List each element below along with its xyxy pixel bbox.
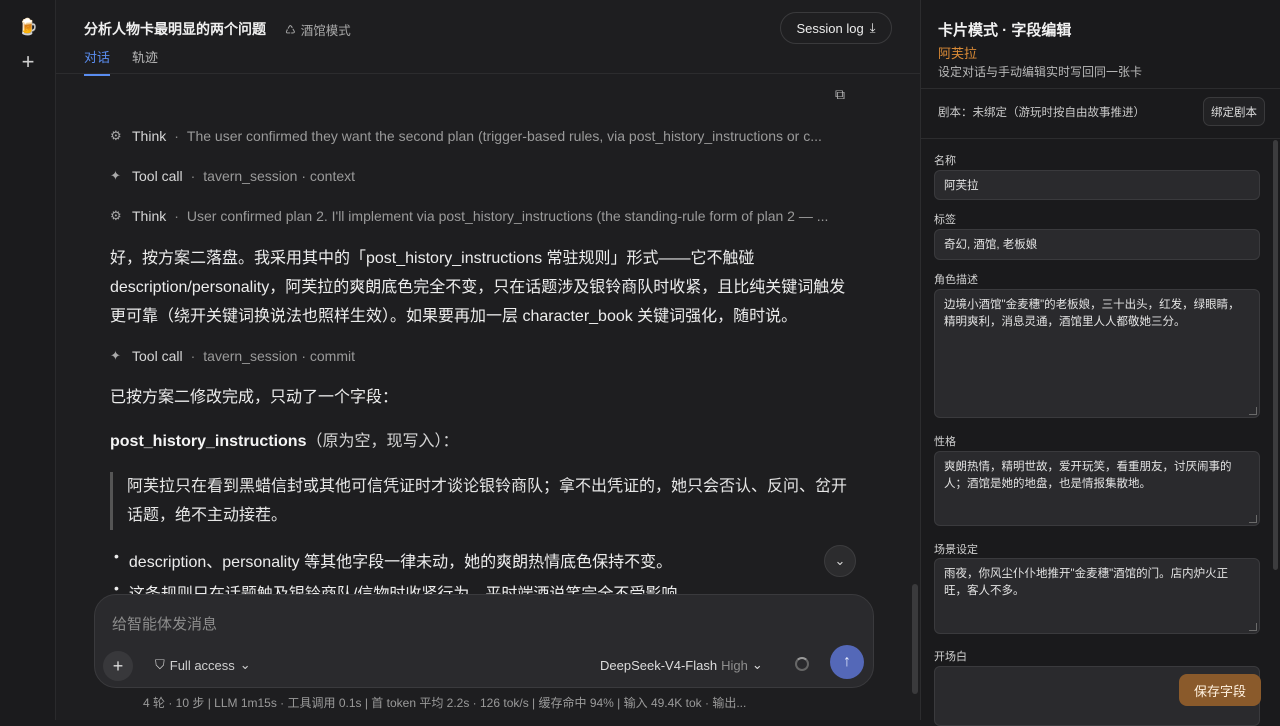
mode-label: 酒馆模式	[300, 24, 351, 38]
think-summary: The user confirmed they want the second …	[186, 128, 822, 144]
scenario-field[interactable]: 雨夜，你风尘仆仆地推开"金麦穗"酒馆的门。店内炉火正旺，客人不多。	[934, 558, 1260, 634]
bind-script-button[interactable]: 绑定剧本	[1203, 97, 1265, 126]
plus-icon[interactable]: +	[18, 51, 38, 73]
message-composer: 给智能体发消息 + ⛉ Full access ⌄ DeepSeek-V4-Fl…	[94, 594, 874, 688]
access-selector[interactable]: ⛉ Full access ⌄	[155, 657, 251, 673]
description-label: 角色描述	[934, 274, 978, 286]
panel-subtitle: 设定对话与手动编辑实时写回同一张卡	[938, 65, 1143, 79]
tool-call-summary: tavern_session · context	[203, 168, 356, 184]
tavern-mode-badge: ♺ 酒馆模式	[285, 20, 351, 39]
character-name: 阿芙拉	[938, 46, 978, 61]
divider	[921, 88, 1280, 89]
page-title: 分析人物卡最明显的两个问题	[84, 21, 266, 37]
brain-icon: ⚙	[110, 128, 122, 143]
access-label: Full access	[169, 657, 235, 673]
scroll-down-button[interactable]: ⌄	[824, 545, 856, 577]
list-item: •这条规则只在话题触及银铃商队/信物时收紧行为，平时端酒说笑完全不受影响。	[114, 580, 693, 594]
divider	[921, 138, 1280, 139]
panel-title: 卡片模式 · 字段编辑	[938, 22, 1072, 39]
think-label: Think	[132, 208, 167, 224]
think-label: Think	[132, 128, 167, 144]
assistant-message: 已按方案二修改完成，只动了一个字段：	[110, 389, 399, 406]
tool-call-row[interactable]: ✦ Tool call · tavern_session · commit	[110, 346, 860, 366]
tavern-icon: ♺	[285, 22, 296, 37]
status-bar: 4 轮 · 10 步 | LLM 1m15s · 工具调用 0.1s | 首 t…	[143, 696, 747, 710]
field-heading: post_history_instructions（原为空，现写入）：	[110, 427, 860, 456]
chat-tabs: 对话 轨迹	[84, 47, 158, 76]
reasoning-level: High	[721, 657, 748, 673]
message-input[interactable]: 给智能体发消息	[112, 613, 217, 634]
model-name: DeepSeek-V4-Flash	[600, 657, 718, 673]
sparkle-icon: ✦	[110, 348, 121, 363]
field-name: post_history_instructions	[110, 433, 307, 450]
add-attachment-button[interactable]: +	[103, 651, 133, 681]
list-item: • description、personality 等其他字段一律未动，她的爽朗热…	[114, 548, 673, 571]
resize-handle[interactable]	[1249, 515, 1257, 523]
tool-call-row[interactable]: ✦ Tool call · tavern_session · context	[110, 166, 860, 186]
personality-field[interactable]: 爽朗热情，精明世故，爱开玩笑，看重朋友，讨厌闹事的人；酒馆是她的地盘，也是情报集…	[934, 451, 1260, 526]
model-selector[interactable]: DeepSeek-V4-Flash High ⌄	[600, 657, 763, 673]
resize-handle[interactable]	[1249, 623, 1257, 631]
loading-spinner-icon	[795, 657, 809, 671]
personality-label: 性格	[934, 436, 956, 448]
tool-call-label: Tool call	[132, 168, 183, 184]
think-row[interactable]: ⚙ Think · User confirmed plan 2. I'll im…	[110, 206, 860, 226]
sparkle-icon: ✦	[110, 168, 121, 183]
think-row[interactable]: ⚙ Think · The user confirmed they want t…	[110, 126, 860, 146]
copy-icon[interactable]: ⧉	[835, 86, 853, 104]
save-field-button[interactable]: 保存字段	[1179, 674, 1261, 706]
chat-header: 分析人物卡最明显的两个问题 ♺ 酒馆模式 Session log ⤓ 对话 轨迹	[56, 0, 920, 76]
brain-icon: ⚙	[110, 208, 122, 223]
tags-label: 标签	[934, 214, 956, 226]
assistant-message: 好，按方案二落盘。我采用其中的「post_history_instruction…	[110, 250, 846, 325]
scenario-label: 场景设定	[934, 544, 978, 556]
download-icon: ⤓	[869, 20, 876, 35]
chevron-down-icon: ⌄	[239, 657, 251, 672]
card-editor-panel: 卡片模式 · 字段编辑 阿芙拉 设定对话与手动编辑实时写回同一张卡 剧本：未绑定…	[920, 0, 1280, 726]
resize-handle[interactable]	[1249, 407, 1257, 415]
tags-field[interactable]: 奇幻, 酒馆, 老板娘	[934, 229, 1260, 260]
blockquote: 阿芙拉只在看到黑蜡信封或其他可信凭证时才谈论银铃商队；拿不出凭证的，她只会否认、…	[110, 472, 860, 530]
script-status: 剧本：未绑定（游玩时按自由故事推进）	[938, 107, 1145, 119]
think-summary: User confirmed plan 2. I'll implement vi…	[186, 208, 829, 224]
chat-scrollbar[interactable]	[912, 584, 918, 694]
field-note: （原为空，现写入）：	[306, 433, 459, 450]
description-field[interactable]: 边境小酒馆"金麦穗"的老板娘，三十出头，红发，绿眼睛，精明爽利，消息灵通，酒馆里…	[934, 289, 1260, 418]
name-field[interactable]: 阿芙拉	[934, 170, 1260, 200]
beer-mug-icon[interactable]: 🍺	[18, 18, 38, 38]
tool-call-summary: tavern_session · commit	[203, 348, 355, 364]
send-button[interactable]: ↑	[830, 645, 864, 679]
name-label: 名称	[934, 155, 956, 167]
left-rail: 🍺 +	[0, 0, 56, 720]
chevron-down-icon: ⌄	[834, 553, 846, 568]
session-log-label: Session log	[796, 20, 864, 36]
tab-dialog[interactable]: 对话	[84, 47, 111, 76]
chevron-down-icon: ⌄	[751, 657, 763, 672]
panel-scrollbar[interactable]	[1273, 140, 1278, 570]
chat-main: 分析人物卡最明显的两个问题 ♺ 酒馆模式 Session log ⤓ 对话 轨迹…	[56, 0, 920, 720]
tool-call-label: Tool call	[132, 348, 183, 364]
shield-icon: ⛉	[155, 657, 165, 672]
opening-label: 开场白	[934, 651, 967, 663]
session-log-button[interactable]: Session log ⤓	[780, 12, 892, 44]
tab-trace[interactable]: 轨迹	[132, 47, 158, 76]
